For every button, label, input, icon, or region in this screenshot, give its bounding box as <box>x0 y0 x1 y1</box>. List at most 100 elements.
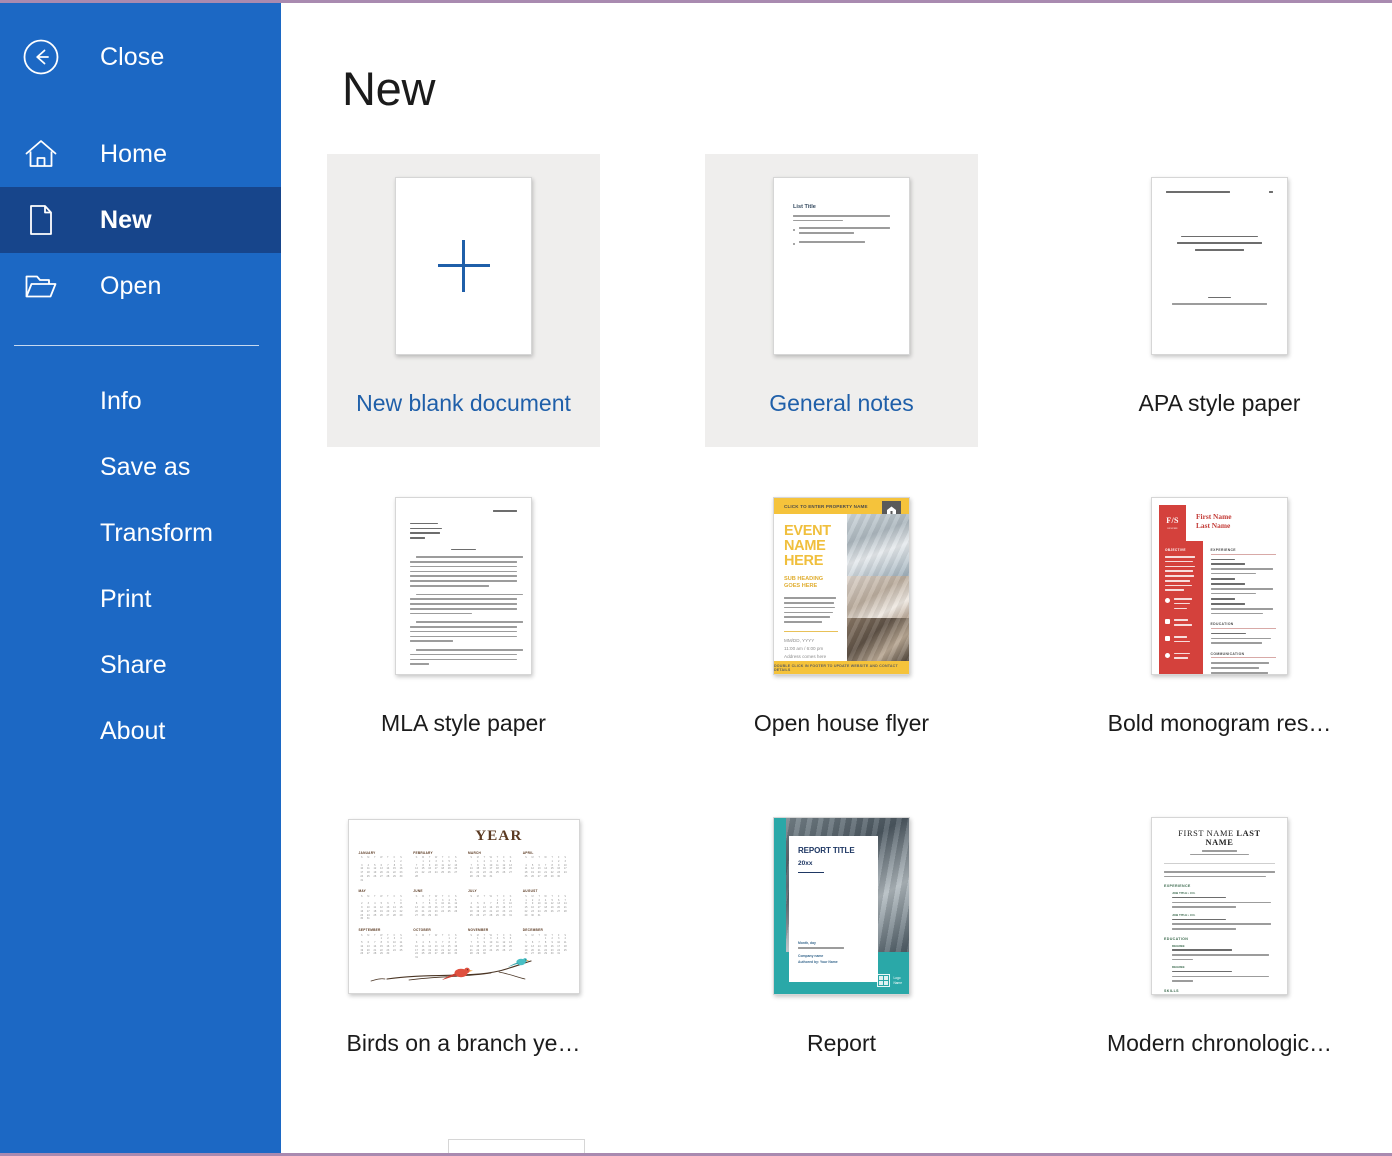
calendar-days: 1234567891011121314151617181920212223242… <box>468 899 514 918</box>
template-label: Birds on a branch ye… <box>347 1030 581 1058</box>
sidebar-item-label: Save as <box>100 453 190 482</box>
calendar-weekday-row: SMTWTFS <box>468 856 514 859</box>
template-thumbnail: YEAR JANUARYSMTWTFS123456789101112131415… <box>348 802 580 1010</box>
template-label: General notes <box>769 390 913 418</box>
report-company: Company name <box>798 954 862 958</box>
template-card-report[interactable]: REPORT TITLE 20xx Month, day Company nam… <box>705 794 978 1087</box>
mla-paper-thumb <box>395 497 532 675</box>
calendar-month: AUGUSTSMTWTFS123456789101112131415161718… <box>523 889 569 921</box>
calendar-title: YEAR <box>359 828 569 845</box>
sidebar-item-label: New <box>100 206 152 235</box>
template-card-modern-chronological-resume[interactable]: FIRST NAME LAST NAME EXPERIENCE <box>1083 794 1356 1087</box>
template-label: MLA style paper <box>381 710 546 738</box>
flyer-photo-exterior <box>847 514 909 576</box>
template-card-bold-monogram-resume[interactable]: F/S RESUME First Name Last Name <box>1083 474 1356 767</box>
sidebar-divider <box>14 345 259 346</box>
template-grid: New blank document List Title <box>327 154 1392 1114</box>
report-author: Authored by: Your Name <box>798 960 862 964</box>
calendar-weekday-row: SMTWTFS <box>413 856 459 859</box>
monogram-badge: F/S RESUME <box>1159 505 1186 541</box>
template-thumbnail: F/S RESUME First Name Last Name <box>1151 482 1288 690</box>
sidebar-item-open[interactable]: Open <box>0 253 281 319</box>
calendar-days: 1234567891011121314151617181920212223242… <box>523 899 569 918</box>
template-thumbnail: FIRST NAME LAST NAME EXPERIENCE <box>1151 802 1288 1010</box>
sidebar-item-home[interactable]: Home <box>0 121 281 187</box>
resume-section-heading: EDUCATION <box>1211 622 1276 629</box>
calendar-weekday-row: SMTWTFS <box>359 895 405 898</box>
sidebar-item-share[interactable]: Share <box>0 632 281 698</box>
sidebar-item-print[interactable]: Print <box>0 566 281 632</box>
sidebar-item-about[interactable]: About <box>0 698 281 764</box>
open-house-flyer-thumb: CLICK TO ENTER PROPERTY NAME <box>773 497 910 675</box>
calendar-month: MARCHSMTWTFS1234567891011121314151617181… <box>468 851 514 883</box>
close-button[interactable]: Close <box>0 19 281 95</box>
calendar-weekday-row: SMTWTFS <box>359 856 405 859</box>
calendar-weekday-row: SMTWTFS <box>523 934 569 937</box>
resume-first-name: FIRST NAME <box>1178 829 1233 838</box>
calendar-month-name: MAY <box>359 889 405 893</box>
resume-section-heading: EXPERIENCE <box>1164 884 1275 888</box>
calendar-month: APRILSMTWTFS1234567891011121314151617181… <box>523 851 569 883</box>
thumb-list-title: List Title <box>793 204 890 210</box>
sidebar-item-label: Share <box>100 651 167 680</box>
template-card-mla-style-paper[interactable]: MLA style paper <box>327 474 600 767</box>
calendar-days: 1234567891011121314151617181920212223242… <box>523 860 569 879</box>
calendar-month-name: JANUARY <box>359 851 405 855</box>
calendar-days: 1234567891011121314151617181920212223242… <box>359 899 405 922</box>
calendar-month: MAY SMTWTFS123456789101112131415161718192… <box>359 889 405 921</box>
birds-on-branch-illustration <box>349 953 580 987</box>
sidebar-item-info[interactable]: Info <box>0 368 281 434</box>
bold-monogram-resume-thumb: F/S RESUME First Name Last Name <box>1151 497 1288 675</box>
flyer-footer-text: DOUBLE CLICK IN FOOTER TO UPDATE WEBSITE… <box>774 664 909 672</box>
calendar-month: JUNESMTWTFS12345678910111213141516171819… <box>413 889 459 921</box>
flyer-date: MM/DD, YYYY <box>784 638 838 643</box>
calendar-weekday-row: SMTWTFS <box>468 895 514 898</box>
modern-chronological-resume-thumb: FIRST NAME LAST NAME EXPERIENCE <box>1151 817 1288 995</box>
backstage-sidebar: Close Home New <box>0 3 281 1153</box>
template-label: Open house flyer <box>754 710 929 738</box>
new-template-pane: New New blank document List Title <box>281 3 1392 1153</box>
sidebar-item-label: Info <box>100 387 142 416</box>
calendar-month-name: NOVEMBER <box>468 928 514 932</box>
monogram-objective-heading: OBJECTIVE <box>1165 548 1197 552</box>
calendar-months-grid: JANUARYSMTWTFS12345678910111213141516171… <box>359 851 569 960</box>
calendar-month-name: FEBRUARY <box>413 851 459 855</box>
resume-section-heading: COMMUNICATION <box>1211 652 1276 659</box>
document-icon <box>22 201 68 239</box>
flyer-sub-heading: SUB HEADING GOES HERE <box>784 576 838 590</box>
calendar-weekday-row: SMTWTFS <box>523 895 569 898</box>
template-label: Modern chronologic… <box>1107 1030 1332 1058</box>
word-backstage-new-screen: Close Home New <box>0 0 1392 1156</box>
calendar-weekday-row: SMTWTFS <box>468 934 514 937</box>
monogram-initials: F/S <box>1166 516 1178 525</box>
calendar-month: JULYSMTWTFS12345678910111213141516171819… <box>468 889 514 921</box>
template-card-general-notes[interactable]: List Title <box>705 154 978 447</box>
flyer-header-text: CLICK TO ENTER PROPERTY NAME <box>784 504 868 509</box>
monogram-last-name: Last Name <box>1196 521 1232 530</box>
template-label: New blank document <box>356 390 571 418</box>
report-title-panel: REPORT TITLE 20xx Month, day Company nam… <box>789 836 878 982</box>
resume-section-heading: EXPERIENCE <box>1211 548 1276 555</box>
calendar-weekday-row: SMTWTFS <box>413 934 459 937</box>
calendar-month-name: APRIL <box>523 851 569 855</box>
calendar-days: 1234567891011121314151617181920212223242… <box>359 860 405 883</box>
calendar-weekday-row: SMTWTFS <box>413 895 459 898</box>
calendar-month-name: MARCH <box>468 851 514 855</box>
template-card-new-blank-document[interactable]: New blank document <box>327 154 600 447</box>
template-card-apa-style-paper[interactable]: APA style paper <box>1083 154 1356 447</box>
sidebar-item-new[interactable]: New <box>0 187 281 253</box>
calendar-month: JANUARYSMTWTFS12345678910111213141516171… <box>359 851 405 883</box>
folder-open-icon <box>22 267 68 305</box>
sidebar-item-transform[interactable]: Transform <box>0 500 281 566</box>
monogram-caption: RESUME <box>1167 527 1177 530</box>
calendar-month-name: DECEMBER <box>523 928 569 932</box>
calendar-weekday-row: SMTWTFS <box>523 856 569 859</box>
back-arrow-circle-icon <box>22 38 68 76</box>
sidebar-item-label: Open <box>100 272 162 301</box>
template-card-open-house-flyer[interactable]: CLICK TO ENTER PROPERTY NAME <box>705 474 978 767</box>
template-card-birds-on-a-branch-calendar[interactable]: YEAR JANUARYSMTWTFS123456789101112131415… <box>327 794 600 1087</box>
resume-section-heading: EDUCATION <box>1164 937 1275 941</box>
sidebar-item-save-as[interactable]: Save as <box>0 434 281 500</box>
template-thumbnail-partial[interactable] <box>448 1139 585 1153</box>
monogram-first-name: First Name <box>1196 512 1232 521</box>
